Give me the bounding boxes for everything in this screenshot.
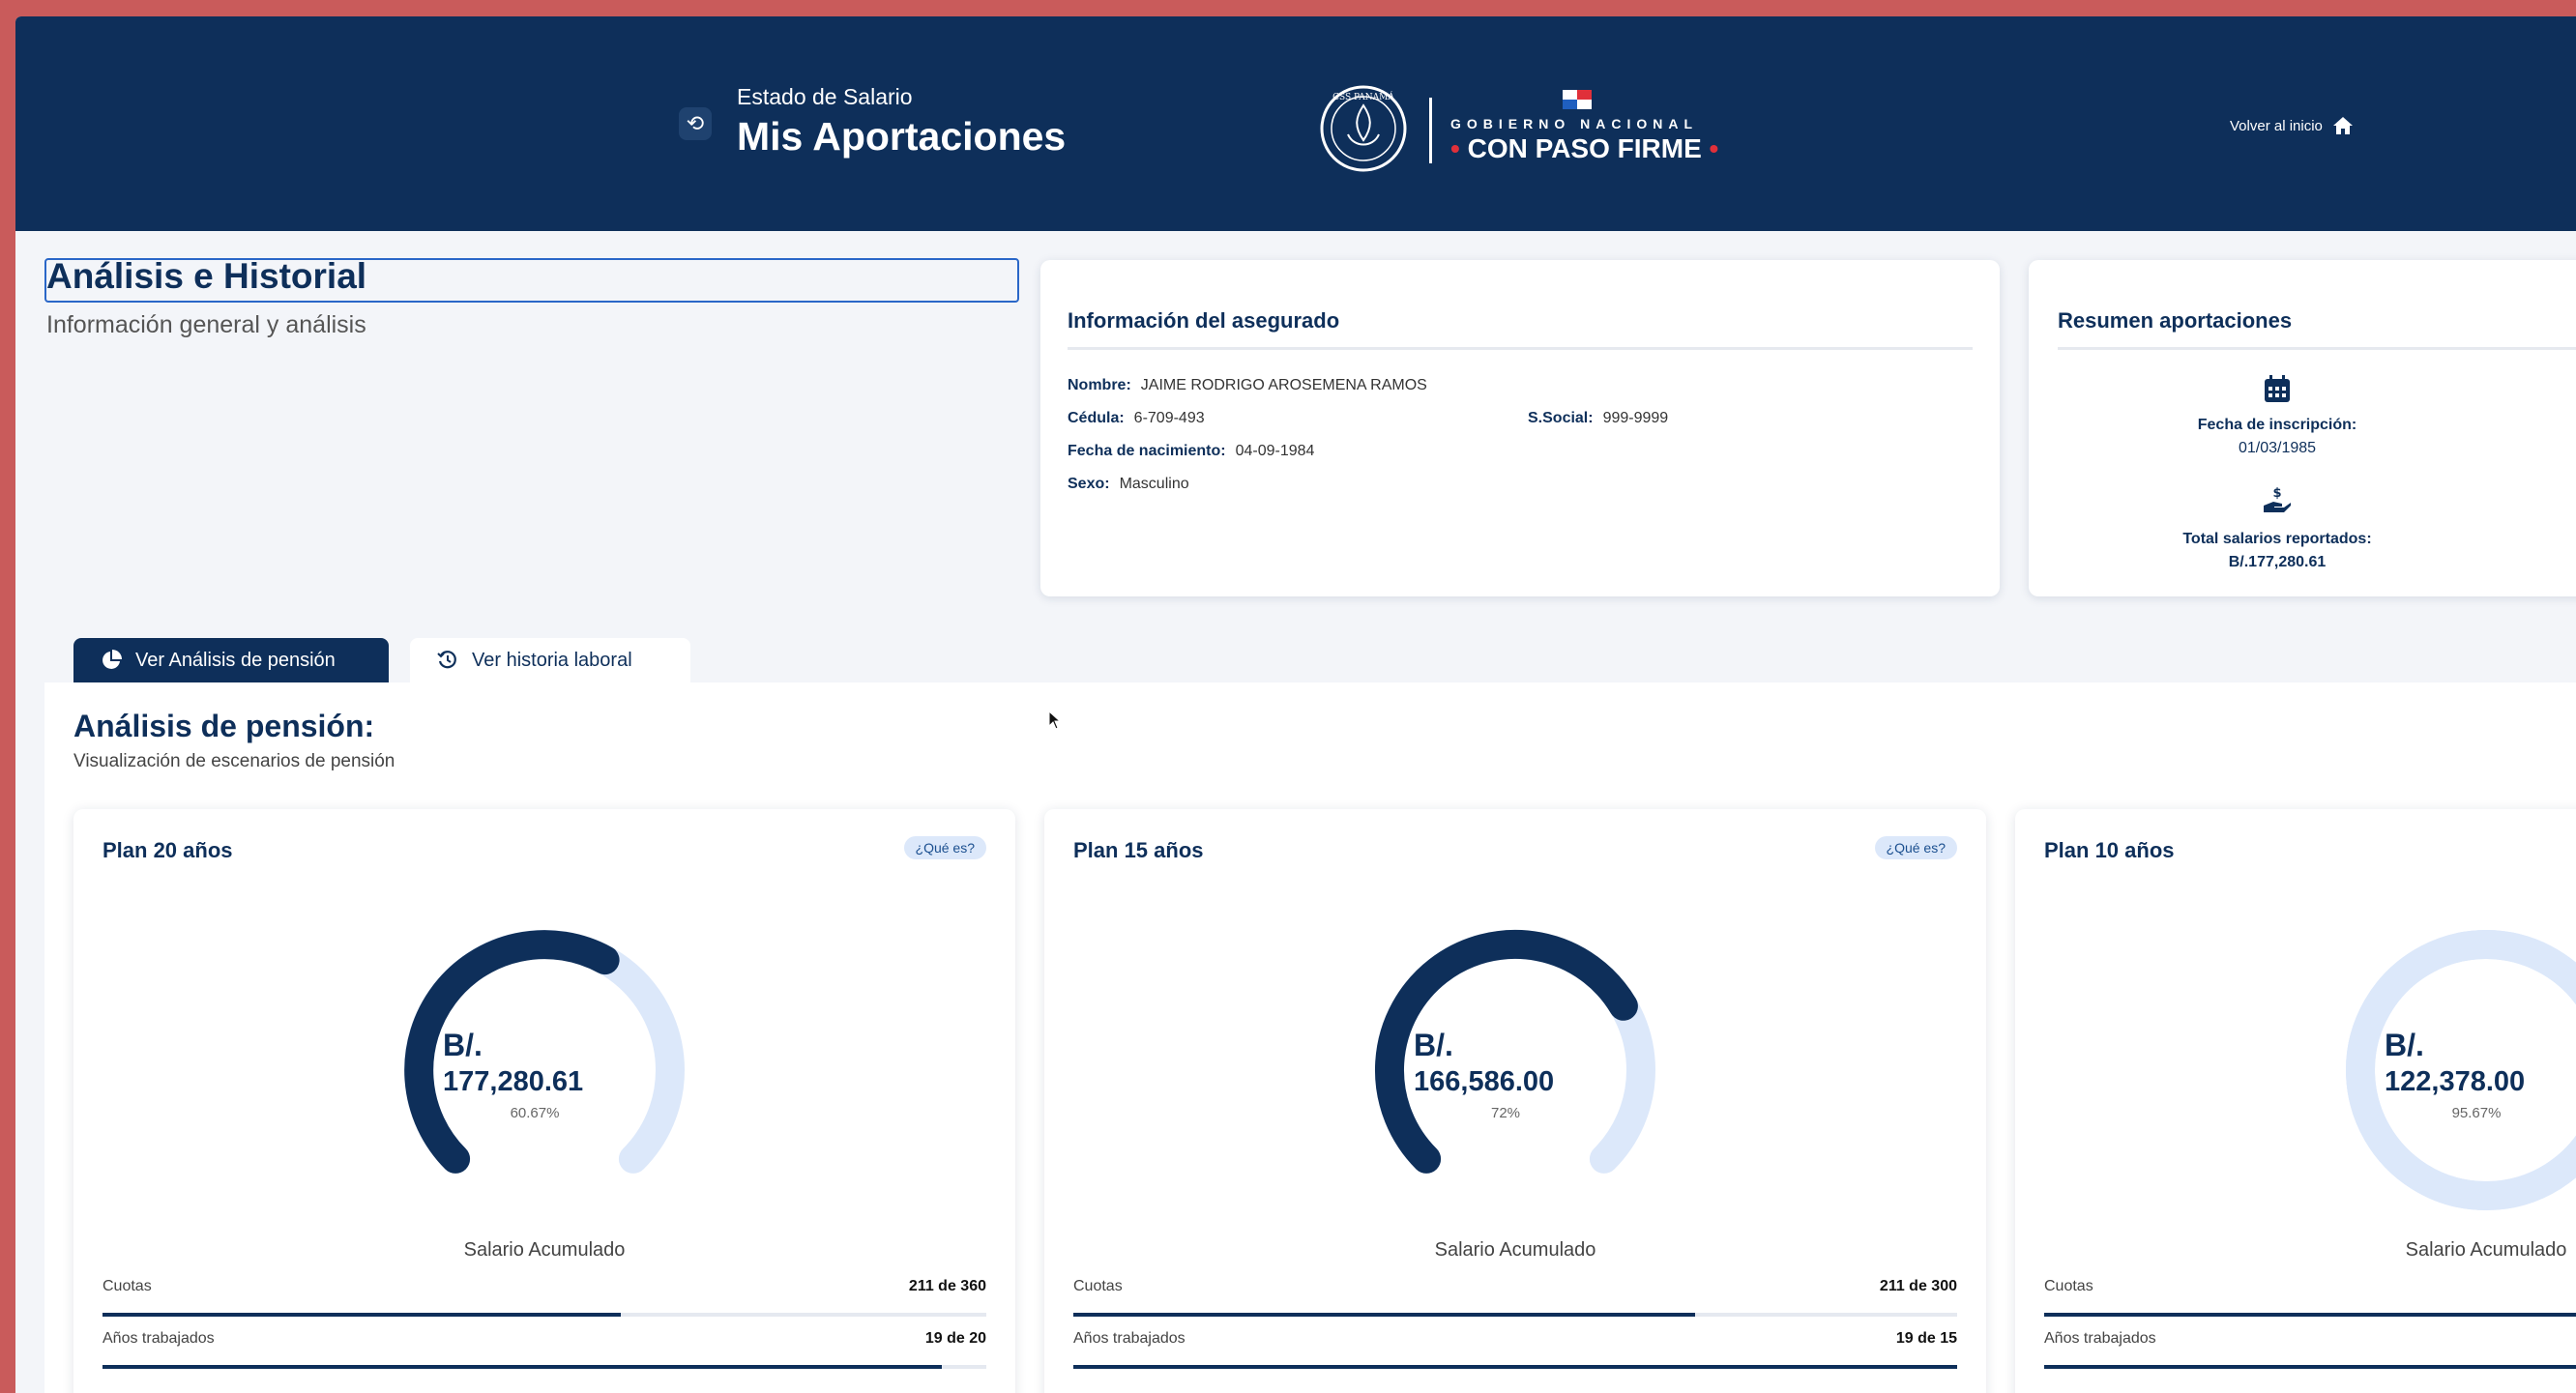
- svg-text:$: $: [2272, 486, 2281, 501]
- section-title: Análisis de pensión:: [73, 709, 375, 743]
- cuotas-value: 211 de 300: [1879, 1278, 1957, 1294]
- css-seal-logo: CSS PANAMÁ: [1320, 85, 1407, 172]
- cuotas-label: Cuotas: [2044, 1278, 2093, 1294]
- tab-label: Ver Análisis de pensión: [135, 649, 336, 671]
- header-title: Mis Aportaciones: [737, 114, 1067, 159]
- gauge-label: Salario Acumulado: [2405, 1239, 2567, 1261]
- years-label: Años trabajados: [2044, 1330, 2156, 1347]
- gauge-amount: 166,586.00: [1414, 1066, 1555, 1097]
- years-label: Años trabajados: [1073, 1330, 1186, 1347]
- sex-row: Sexo: Masculino: [1068, 476, 1189, 492]
- summary-card: Resumen aportaciones Fecha de inscripció…: [2029, 260, 2576, 596]
- insured-info-card: Información del asegurado Nombre: JAIME R…: [1040, 260, 2000, 596]
- years-progress-fill: [1073, 1365, 1957, 1369]
- tab-label: Ver historia laboral: [472, 649, 632, 671]
- years-progress: [102, 1365, 986, 1369]
- refresh-icon: ⟲: [686, 111, 705, 135]
- plan-card-10: Plan 10 años ¿Qué es? B/. 122,378.00 95.…: [2015, 809, 2576, 1393]
- gauge-percent: 72%: [1490, 1105, 1521, 1121]
- years-label: Años trabajados: [102, 1330, 215, 1347]
- gov-slogan: • CON PASO FIRME •: [1450, 133, 1719, 163]
- top-header: ⟲ Estado de Salario Mis Aportaciones CSS…: [15, 16, 2576, 231]
- gov-name: GOBIERNO NACIONAL: [1450, 116, 1698, 131]
- gauge-percent: 60.67%: [510, 1105, 560, 1121]
- plan-card-20: Plan 20 años ¿Qué es? B/. 177,280.61 60.…: [73, 809, 1015, 1393]
- summary-title: Resumen aportaciones: [2058, 308, 2293, 333]
- back-home-link[interactable]: Volver al inicio: [2230, 116, 2354, 135]
- years-progress-fill: [2044, 1365, 2576, 1369]
- tab-work-history[interactable]: Ver historia laboral: [410, 638, 690, 682]
- years-progress: [2044, 1365, 2576, 1369]
- svg-text:CSS PANAMÁ: CSS PANAMÁ: [1332, 91, 1394, 102]
- card-divider: [2058, 347, 2576, 350]
- total-value: B/.177,280.61: [2228, 554, 2327, 570]
- years-progress-fill: [102, 1365, 943, 1369]
- mouse-cursor-icon: [1048, 711, 1062, 730]
- gauge-currency: B/.: [443, 1028, 483, 1062]
- history-icon: [437, 651, 456, 669]
- gauge-currency: B/.: [2385, 1028, 2424, 1062]
- what-is-button[interactable]: ¿Qué es?: [903, 836, 986, 859]
- gauge-label: Salario Acumulado: [463, 1239, 626, 1261]
- social-security-row: S.Social: 999-9999: [1528, 410, 1669, 426]
- plan-card-15: Plan 15 años ¿Qué es? B/. 166,586.00 72%…: [1044, 809, 1986, 1393]
- reload-button[interactable]: ⟲: [679, 107, 712, 140]
- card-divider: [1068, 347, 1973, 350]
- cuotas-progress-fill: [102, 1313, 621, 1317]
- insured-info-title: Información del asegurado: [1068, 308, 1340, 333]
- page-subtitle: Información general y análisis: [46, 311, 366, 338]
- what-is-button[interactable]: ¿Qué es?: [1874, 836, 1957, 859]
- pie-chart-icon: [102, 650, 122, 669]
- enroll-label: Fecha de inscripción:: [2197, 417, 2357, 433]
- page-title: Análisis e Historial: [46, 256, 367, 296]
- plan-title: Plan 20 años: [102, 838, 233, 862]
- calendar-icon: [2265, 375, 2290, 402]
- id-row: Cédula: 6-709-493: [1068, 410, 1205, 426]
- cuotas-progress: [1073, 1313, 1957, 1317]
- birthdate-row: Fecha de nacimiento: 04-09-1984: [1068, 443, 1315, 459]
- hand-money-icon: $: [2264, 486, 2291, 512]
- gauge-amount: 177,280.61: [443, 1066, 584, 1097]
- gauge-amount: 122,378.00: [2385, 1066, 2526, 1097]
- total-label: Total salarios reportados:: [2182, 531, 2372, 547]
- cuotas-progress: [2044, 1313, 2576, 1317]
- gauge-currency: B/.: [1414, 1028, 1453, 1062]
- header-subtitle: Estado de Salario: [737, 84, 913, 109]
- app-window: ⟲ Estado de Salario Mis Aportaciones CSS…: [15, 16, 2576, 1393]
- plan-title: Plan 10 años: [2044, 838, 2175, 862]
- cuotas-label: Cuotas: [102, 1278, 152, 1294]
- tab-pension-analysis[interactable]: Ver Análisis de pensión: [73, 638, 389, 682]
- gauge-label: Salario Acumulado: [1434, 1239, 1596, 1261]
- name-row: Nombre: JAIME RODRIGO AROSEMENA RAMOS: [1068, 377, 1427, 393]
- back-home-label: Volver al inicio: [2230, 117, 2323, 134]
- years-value: 19 de 15: [1895, 1330, 1957, 1347]
- cuotas-label: Cuotas: [1073, 1278, 1123, 1294]
- panama-flag-icon: [1563, 90, 1592, 109]
- cuotas-progress-fill: [2044, 1313, 2576, 1317]
- years-progress: [1073, 1365, 1957, 1369]
- plan-title: Plan 15 años: [1073, 838, 1204, 862]
- home-icon: [2332, 117, 2353, 134]
- enroll-date: 01/03/1985: [2238, 440, 2317, 456]
- section-subtitle: Visualización de escenarios de pensión: [73, 751, 395, 771]
- gauge-percent: 95.67%: [2451, 1105, 2502, 1121]
- cuotas-progress-fill: [1073, 1313, 1695, 1317]
- cuotas-value: 211 de 360: [908, 1278, 986, 1294]
- years-value: 19 de 20: [924, 1330, 986, 1347]
- logo-divider: [1429, 98, 1432, 163]
- cuotas-progress: [102, 1313, 986, 1317]
